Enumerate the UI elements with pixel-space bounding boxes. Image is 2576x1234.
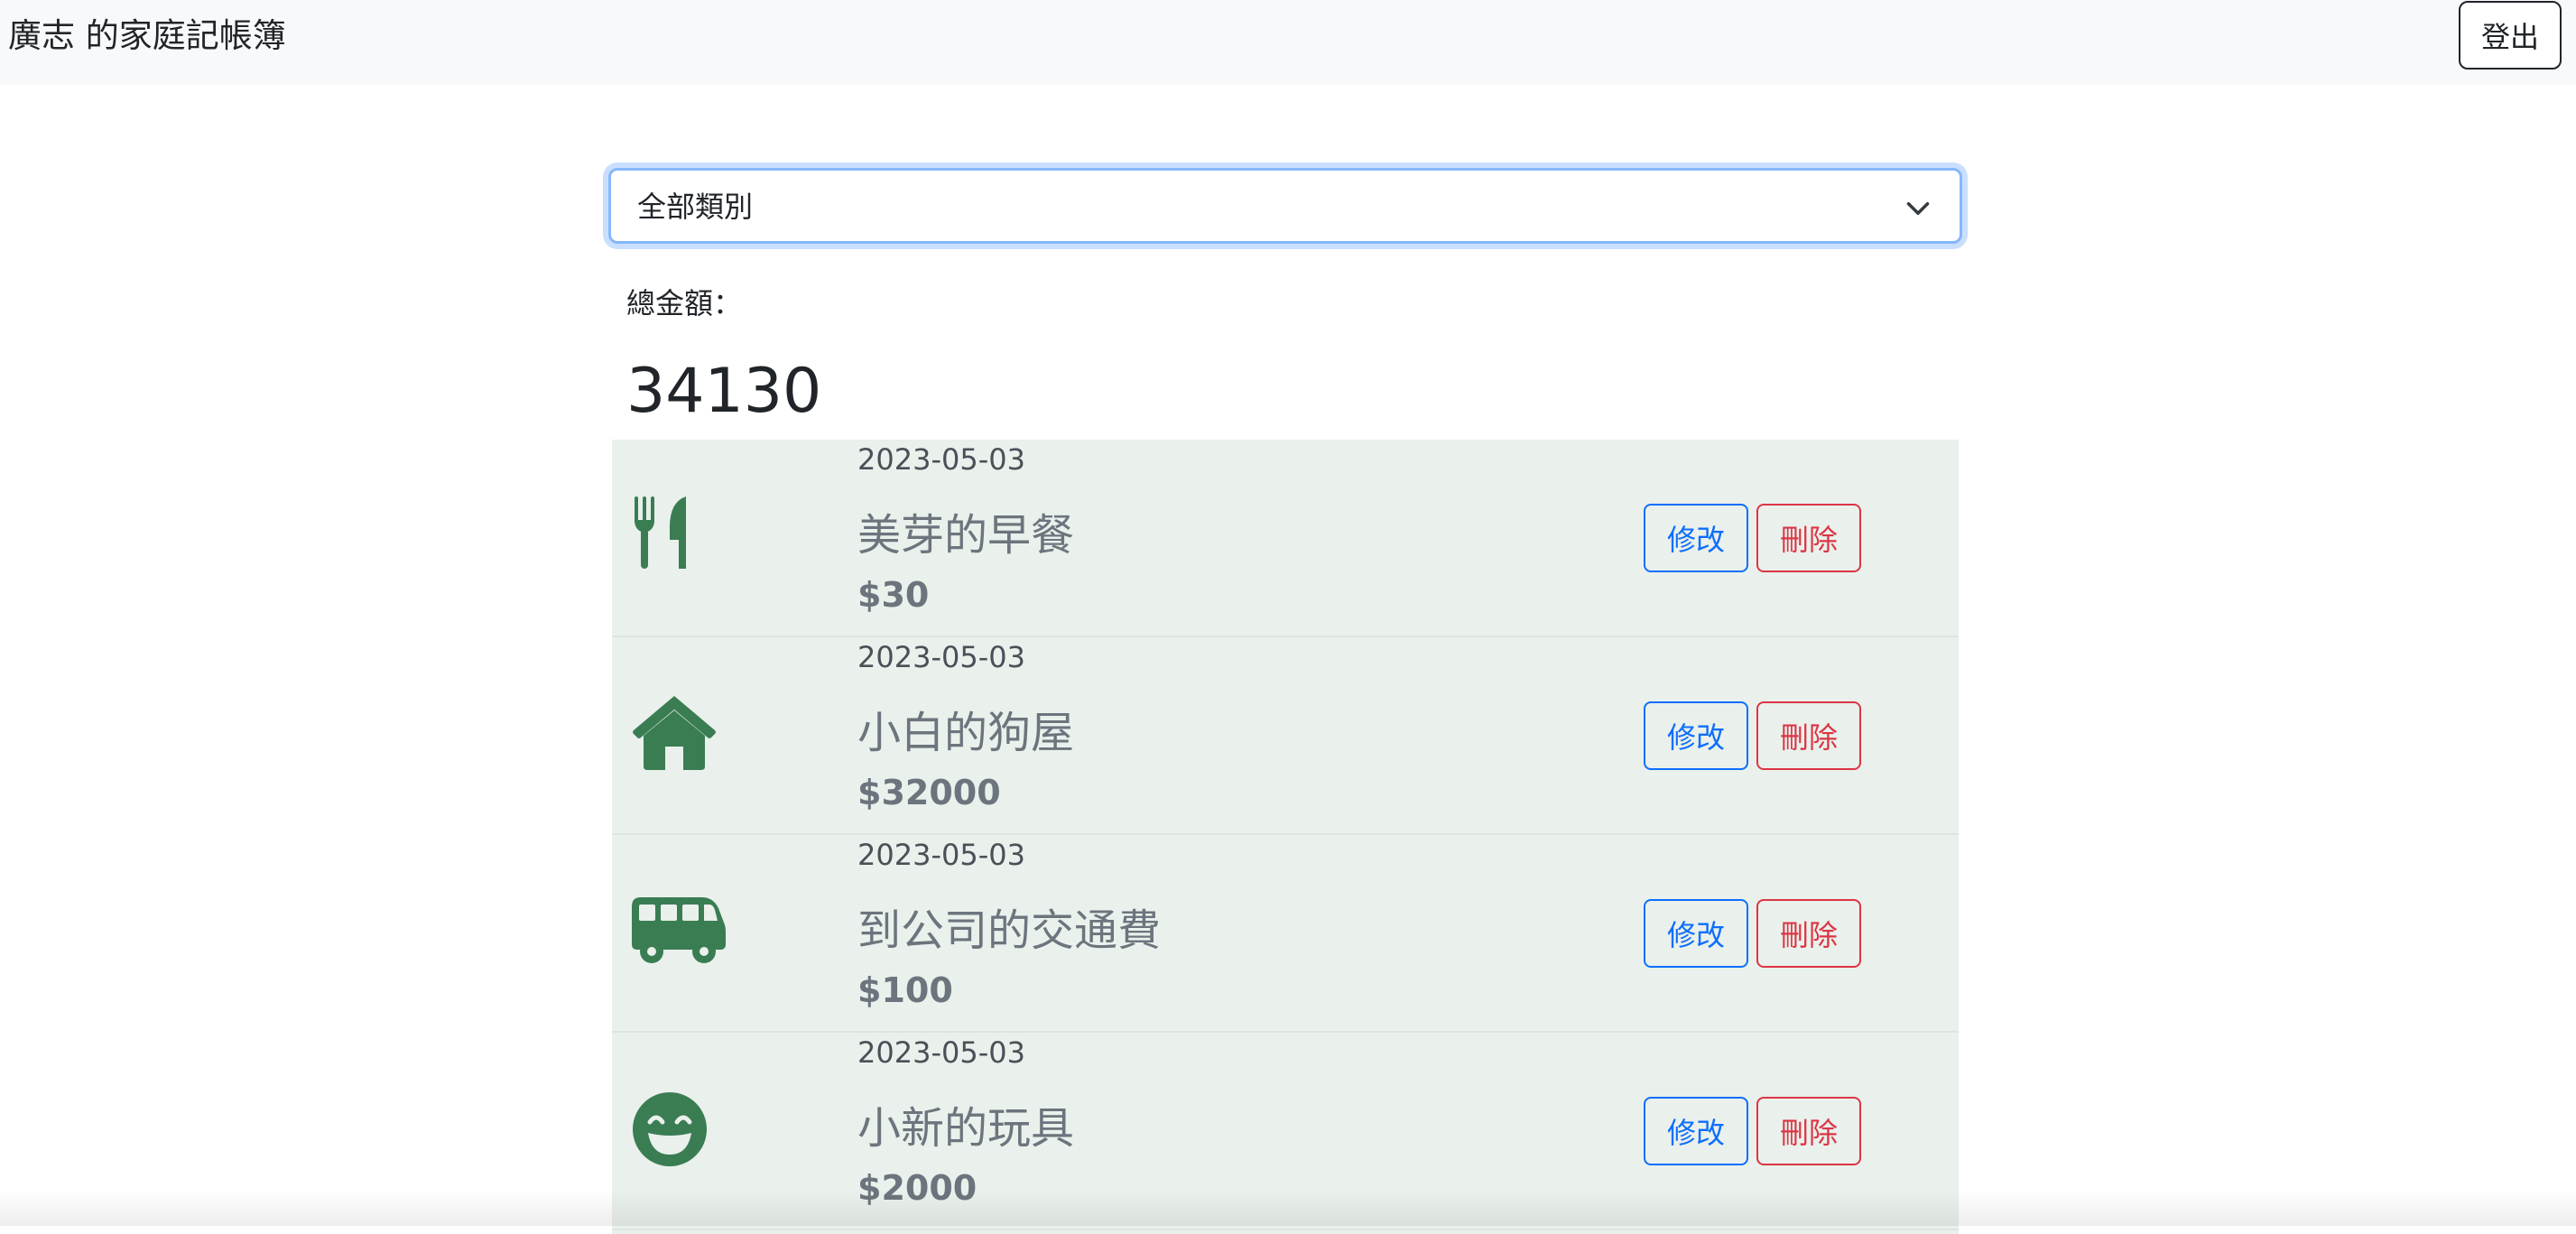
record-amount: $32000	[857, 773, 1001, 812]
delete-button[interactable]: 刪除	[1756, 1097, 1861, 1165]
edit-button[interactable]: 修改	[1644, 899, 1748, 968]
record-name: 美芽的早餐	[857, 510, 1075, 561]
delete-button[interactable]: 刪除	[1756, 701, 1861, 770]
navbar: 廣志 的家庭記帳簿 登出	[0, 0, 2576, 85]
app-brand-title[interactable]: 廣志 的家庭記帳簿	[8, 16, 286, 56]
record-item: 2023-05-03 美芽的早餐 $30 修改 刪除	[612, 440, 1959, 637]
record-date: 2023-05-03	[857, 442, 1025, 477]
grin-face-icon	[632, 1091, 708, 1167]
house-icon	[632, 694, 717, 770]
record-item: 2023-05-03 到公司的交通費 $100 修改 刪除	[612, 835, 1959, 1033]
record-date: 2023-05-03	[857, 838, 1025, 872]
logout-button[interactable]: 登出	[2459, 1, 2562, 70]
record-amount: $30	[857, 575, 930, 615]
edit-button[interactable]: 修改	[1644, 1097, 1748, 1165]
record-item: 2023-05-03 小白的狗屋 $32000 修改 刪除	[612, 637, 1959, 835]
total-amount-value: 34130	[626, 356, 822, 427]
record-name: 小新的玩具	[857, 1103, 1075, 1154]
total-amount-label: 總金額：	[626, 286, 743, 320]
edit-button[interactable]: 修改	[1644, 504, 1748, 572]
delete-button[interactable]: 刪除	[1756, 504, 1861, 572]
delete-button[interactable]: 刪除	[1756, 899, 1861, 968]
record-amount: $2000	[857, 1168, 978, 1208]
category-filter-selected-value: 全部類別	[637, 190, 754, 224]
edit-button[interactable]: 修改	[1644, 701, 1748, 770]
category-filter-select[interactable]: 全部類別	[608, 168, 1962, 244]
record-item: 2023-05-03 小新的玩具 $2000 修改 刪除	[612, 1033, 1959, 1230]
van-icon	[632, 895, 726, 964]
chevron-down-icon	[1906, 202, 1930, 215]
record-list: 2023-05-03 美芽的早餐 $30 修改 刪除 2023-05-03 小白…	[612, 440, 1959, 1234]
utensils-icon	[632, 495, 697, 571]
record-amount: $100	[857, 970, 953, 1010]
record-date: 2023-05-03	[857, 640, 1025, 674]
record-name: 到公司的交通費	[857, 905, 1162, 956]
record-name: 小白的狗屋	[857, 708, 1075, 758]
record-date: 2023-05-03	[857, 1035, 1025, 1070]
